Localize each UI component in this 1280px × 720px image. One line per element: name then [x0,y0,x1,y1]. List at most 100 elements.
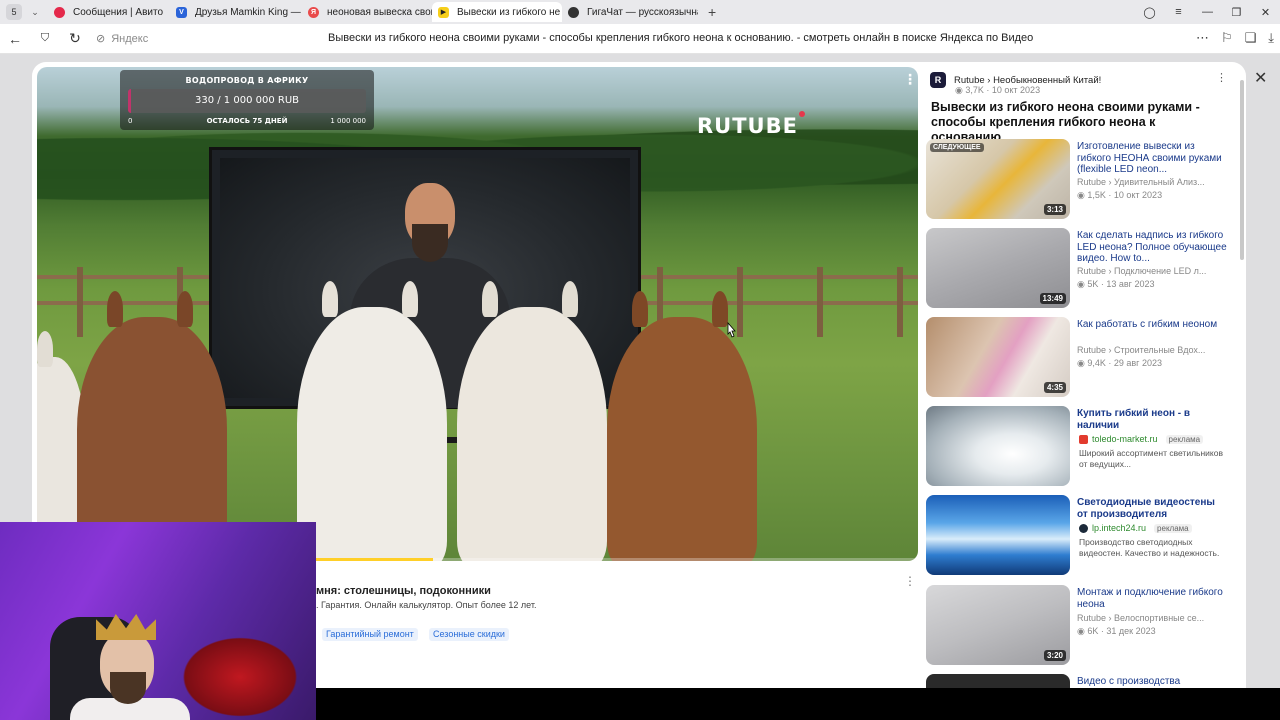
tab-label: Вывески из гибкого не [457,6,561,18]
card-meta-text: 1,5K · 10 окт 2023 [1087,190,1163,200]
download-icon[interactable]: ⤓ [1268,30,1274,46]
duration-badge: 13:49 [1039,293,1066,304]
profile-icon[interactable]: ◯ [1135,6,1164,19]
back-icon[interactable]: ← [0,31,30,47]
ad-chip[interactable]: Сезонные скидки [429,628,509,641]
related-video-card[interactable]: Видео с производства [926,674,1236,688]
more-icon[interactable]: ⋯ [1196,30,1209,46]
card-title[interactable]: Изготовление вывески из гибкого НЕОНА св… [1077,141,1227,176]
related-video-card[interactable]: 4:35 Как работать с гибким неоном Rutube… [926,317,1236,399]
lock-icon[interactable]: ⊘ [96,32,105,45]
card-meta: ◉ 9,4K · 29 авг 2023 [1077,358,1162,369]
address-bar: ← ⛉ ↻ ⊘ Яндекс Вывески из гибкого неона … [0,24,1280,54]
collections-icon[interactable]: ❏ [1245,30,1257,46]
yandex-icon: Я [308,6,319,18]
ad-more-icon[interactable]: ⋮ [904,574,916,588]
ad-card-site-text[interactable]: lp.intech24.ru [1092,523,1146,533]
eye-icon: ◉ [1077,626,1088,636]
video-meta-text: 3,7K · 10 окт 2023 [965,85,1041,95]
close-modal-icon[interactable]: ✕ [1254,68,1267,88]
address-site[interactable]: Яндекс [111,33,148,45]
tab-label: Сообщения | Авито [73,6,164,18]
chevron-down-icon[interactable]: ⌄ [28,7,42,18]
ad-chip[interactable]: Гарантийный ремонт [322,628,418,641]
card-channel: Rutube › Подключение LED л... [1077,266,1207,276]
address-page-title[interactable]: Вывески из гибкого неона своими руками -… [328,32,1033,44]
minimize-button[interactable]: — [1193,6,1222,18]
play-icon: ▶ [438,6,449,18]
card-title[interactable]: Монтаж и подключение гибкого неона [1077,587,1227,610]
ad-card-site[interactable]: lp.intech24.ru реклама [1079,523,1192,533]
ad-card[interactable]: Светодиодные видеостены от производителя… [926,495,1236,577]
new-tab-button[interactable]: + [708,4,716,20]
card-meta: ◉ 5K · 13 авг 2023 [1077,279,1154,290]
site-icon [1079,434,1088,444]
ad-label: реклама [1154,523,1192,533]
webcam-overlay [0,522,316,720]
donation-max: 1 000 000 [330,117,366,125]
rutube-logo-text: RUTUBE [697,114,798,138]
tab-avito[interactable]: Сообщения | Авито [48,2,170,22]
card-channel: Rutube › Велоспортивные се... [1077,613,1205,623]
ad-card-title[interactable]: Купить гибкий неон - в наличии [1077,408,1227,431]
sidebar-scrollbar[interactable] [1240,80,1244,260]
tab-yandex-search[interactable]: Я неоновая вывеска свои [302,2,432,22]
bottom-black-strip [316,688,1280,720]
bookmark-icon[interactable]: ⚐ [1221,30,1233,46]
ad-thumbnail[interactable] [926,406,1070,486]
tab-video-active[interactable]: ▶ Вывески из гибкого не ✕ [432,2,562,22]
card-title[interactable]: Как работать с гибким неоном [1077,319,1227,331]
video-thumbnail[interactable]: 13:49 [926,228,1070,308]
eye-icon: ◉ [955,85,966,95]
video-thumbnail[interactable] [926,674,1070,688]
ad-card-site-text[interactable]: toledo-market.ru [1092,434,1158,444]
next-badge: СЛЕДУЮЩЕЕ [930,143,984,152]
card-meta-text: 6K · 31 дек 2023 [1087,626,1156,636]
video-meta: ◉ 3,7K · 10 окт 2023 [955,85,1040,96]
card-meta: ◉ 6K · 31 дек 2023 [1077,626,1156,637]
ad-title[interactable]: мня: столешницы, подоконники [316,585,491,597]
ad-label: реклама [1165,434,1204,444]
ad-thumbnail[interactable] [926,495,1070,575]
shield-icon[interactable]: ⛉ [30,32,60,45]
card-channel: Rutube › Строительные Вдох... [1077,345,1206,355]
related-video-card[interactable]: 3:20 Монтаж и подключение гибкого неона … [926,585,1236,667]
duration-badge: 4:35 [1043,382,1066,393]
card-title[interactable]: Видео с производства [1077,676,1227,688]
address-actions: ⋯ ⚐ ❏ ⤓ [1196,30,1274,46]
llama [457,281,607,561]
window-controls: ◯ ≡ — ❐ ✕ [1135,0,1280,24]
ad-card-title[interactable]: Светодиодные видеостены от производителя [1077,497,1227,520]
tab-vk-friends[interactable]: V Друзья Mamkin King — 64 [170,2,302,22]
tab-gigachat[interactable]: ГигаЧат — русскоязычна [562,2,698,22]
card-title[interactable]: Как сделать надпись из гибкого LED неона… [1077,230,1227,265]
card-meta-text: 9,4K · 29 авг 2023 [1087,358,1162,368]
mouse-cursor-icon [727,322,736,338]
eye-icon: ◉ [1077,190,1088,200]
reload-icon[interactable]: ↻ [60,30,90,47]
restore-button[interactable]: ❐ [1222,6,1251,19]
rutube-logo: RUTUBE [697,111,805,138]
ad-card-desc: Широкий ассортимент светильников от веду… [1079,448,1223,469]
video-thumbnail[interactable]: 4:35 [926,317,1070,397]
donation-widget: ВОДОПРОВОД В АФРИКУ 330 / 1 000 000 RUB … [120,70,374,130]
sidebar-more-icon[interactable]: ⋮ [1216,71,1227,84]
donation-title: ВОДОПРОВОД В АФРИКУ [185,76,309,85]
tab-counter[interactable]: 5 [6,4,22,20]
channel-name[interactable]: Rutube › Необыкновенный Китай! [954,75,1101,86]
ad-card-site[interactable]: toledo-market.ru реклама [1079,434,1204,444]
card-channel: Rutube › Удивительный Ализ... [1077,177,1205,187]
donation-bar: 330 / 1 000 000 RUB [128,89,366,113]
video-thumbnail[interactable]: 3:20 [926,585,1070,665]
llama [297,281,447,561]
player-more-icon[interactable]: ⋮ [903,71,917,88]
ad-card[interactable]: Купить гибкий неон - в наличии toledo-ma… [926,406,1236,488]
related-video-card[interactable]: 13:49 Как сделать надпись из гибкого LED… [926,228,1236,310]
related-video-card[interactable]: СЛЕДУЮЩЕЕ 3:13 Изготовление вывески из г… [926,139,1236,221]
video-thumbnail[interactable]: СЛЕДУЮЩЕЕ 3:13 [926,139,1070,219]
close-window-button[interactable]: ✕ [1251,6,1280,19]
card-meta: ◉ 1,5K · 10 окт 2023 [1077,190,1162,201]
menu-icon[interactable]: ≡ [1164,6,1193,18]
video-player[interactable]: ВОДОПРОВОД В АФРИКУ 330 / 1 000 000 RUB … [37,67,918,561]
tab-label: ГигаЧат — русскоязычна [587,6,698,18]
